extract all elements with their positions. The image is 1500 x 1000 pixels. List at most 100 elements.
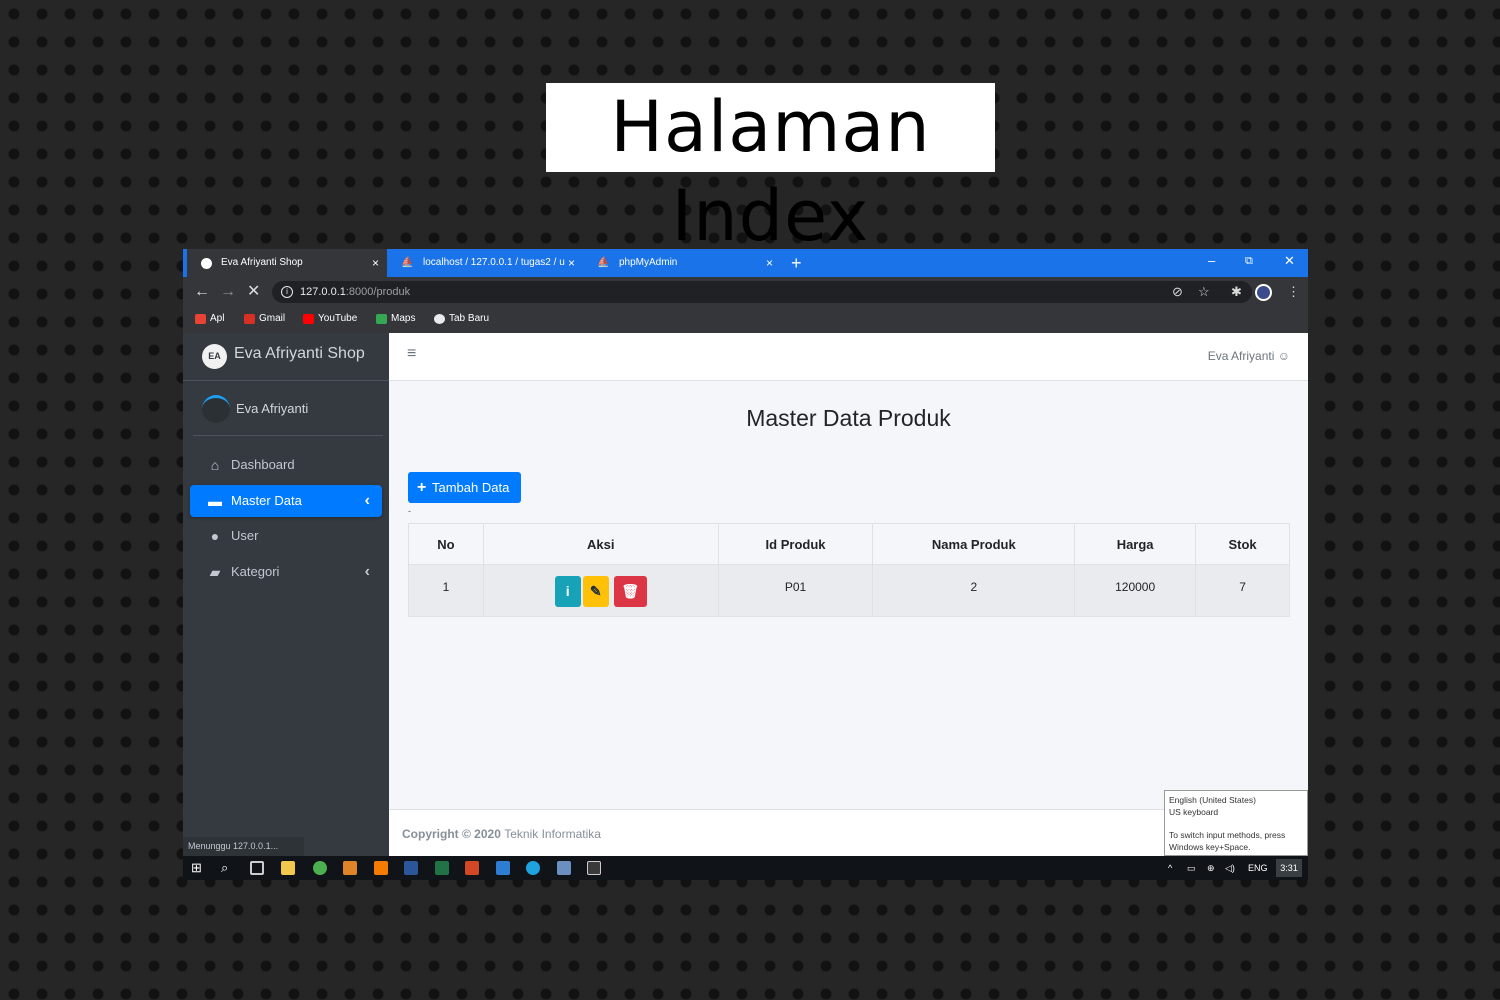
cell-no: 1 bbox=[408, 564, 484, 617]
url-path: :8000/produk bbox=[345, 286, 411, 298]
user-panel: Eva Afriyanti bbox=[193, 381, 383, 436]
chevron-left-icon: ‹ bbox=[364, 492, 370, 509]
cell-harga: 120000 bbox=[1074, 564, 1197, 617]
user-icon: ● bbox=[210, 528, 220, 544]
column-header-harga[interactable]: Harga bbox=[1074, 523, 1197, 565]
apps-grid-icon bbox=[195, 314, 206, 324]
bookmark-apl[interactable]: Apl bbox=[195, 307, 224, 333]
word-icon[interactable] bbox=[404, 861, 418, 875]
url-host: 127.0.0.1 bbox=[300, 286, 346, 298]
battery-icon[interactable]: ▭ bbox=[1187, 856, 1196, 880]
navbar-user-link[interactable]: Eva Afriyanti ☺ bbox=[1208, 349, 1290, 363]
volume-icon[interactable]: ◁) bbox=[1225, 856, 1235, 880]
footer-org-link[interactable]: Teknik Informatika bbox=[504, 827, 601, 841]
edit-button[interactable]: ✎ bbox=[582, 576, 609, 607]
plus-icon: + bbox=[417, 479, 427, 496]
tab-eva-shop[interactable]: Eva Afriyanti Shop × bbox=[183, 249, 387, 277]
hamburger-menu-icon[interactable]: ≡ bbox=[407, 345, 416, 363]
restore-button[interactable]: ⧉ bbox=[1245, 249, 1253, 273]
start-button-icon[interactable]: ⊞ bbox=[191, 858, 202, 878]
bookmark-label: YouTube bbox=[318, 313, 358, 324]
bookmark-youtube[interactable]: YouTube bbox=[303, 307, 357, 333]
bookmark-gmail[interactable]: Gmail bbox=[244, 307, 285, 333]
sidebar-item-master-data[interactable]: ▬ Master Data ‹ bbox=[190, 485, 382, 517]
sidebar-item-user[interactable]: ● User bbox=[190, 520, 382, 552]
url-input[interactable]: i 127.0.0.1:8000/produk bbox=[272, 281, 1252, 303]
sidebar-item-kategori[interactable]: ▰ Kategori ‹ bbox=[190, 556, 382, 588]
poster-title: Halaman Index bbox=[546, 83, 995, 257]
user-name[interactable]: Eva Afriyanti bbox=[236, 401, 308, 416]
tab-label: Eva Afriyanti Shop bbox=[221, 257, 303, 268]
table-header-row: No Aksi Id Produk Nama Produk Harga Stok bbox=[408, 523, 1290, 565]
search-icon[interactable]: ⌕ bbox=[221, 858, 228, 878]
windows-taskbar: ⊞ ⌕ ^ ▭ ⊕ ◁) ENG 3:31 bbox=[183, 856, 1308, 880]
sublime-text-icon[interactable] bbox=[343, 861, 357, 875]
sidebar-item-dashboard[interactable]: ⌂ Dashboard bbox=[190, 449, 382, 481]
powerpoint-icon[interactable] bbox=[465, 861, 479, 875]
browser-address-bar: ← → ✕ i 127.0.0.1:8000/produk ⊘ ☆ ✱ ⋮ bbox=[183, 277, 1308, 307]
column-header-nama-produk[interactable]: Nama Produk bbox=[872, 523, 1076, 565]
tab-localhost[interactable]: ⛵ localhost / 127.0.0.1 / tugas2 / u × bbox=[389, 249, 583, 277]
excel-icon[interactable] bbox=[435, 861, 449, 875]
terminal-icon[interactable] bbox=[587, 861, 601, 875]
stop-loading-button[interactable]: ✕ bbox=[247, 281, 260, 303]
tab-close-icon[interactable]: × bbox=[766, 249, 773, 277]
bookmark-label: Apl bbox=[210, 313, 225, 324]
bookmark-tab-baru[interactable]: Tab Baru bbox=[434, 307, 489, 333]
more-menu-icon[interactable]: ⋮ bbox=[1287, 281, 1300, 303]
sidebar-item-label: Kategori bbox=[231, 564, 280, 579]
clock[interactable]: 3:31 bbox=[1276, 859, 1302, 877]
tracking-icon[interactable]: ⊘ bbox=[1172, 281, 1183, 303]
bookmark-star-icon[interactable]: ☆ bbox=[1198, 281, 1210, 303]
ime-keyboard: US keyboard bbox=[1169, 807, 1219, 817]
tab-phpmyadmin[interactable]: ⛵ phpMyAdmin × bbox=[585, 249, 781, 277]
back-button[interactable]: ← bbox=[194, 281, 210, 303]
edge-icon[interactable] bbox=[526, 861, 540, 875]
close-window-button[interactable]: ✕ bbox=[1284, 249, 1295, 273]
add-data-label: Tambah Data bbox=[432, 480, 510, 495]
column-header-no[interactable]: No bbox=[408, 523, 484, 565]
profile-avatar[interactable] bbox=[1255, 284, 1272, 301]
separator-text: - bbox=[408, 506, 411, 516]
site-info-icon[interactable]: i bbox=[281, 286, 293, 298]
chrome-icon[interactable] bbox=[313, 861, 327, 875]
bookmark-label: Tab Baru bbox=[449, 313, 490, 324]
file-explorer-icon[interactable] bbox=[281, 861, 295, 875]
browser-status-text: Menunggu 127.0.0.1... bbox=[183, 837, 304, 856]
phpmyadmin-favicon-icon: ⛵ bbox=[597, 257, 610, 268]
home-icon: ⌂ bbox=[210, 457, 220, 473]
brand-logo-icon: EA bbox=[202, 344, 227, 369]
bookmark-maps[interactable]: Maps bbox=[376, 307, 415, 333]
tray-chevron-icon[interactable]: ^ bbox=[1168, 856, 1172, 880]
screenshot-window: Eva Afriyanti Shop × ⛵ localhost / 127.0… bbox=[183, 249, 1308, 880]
network-icon[interactable]: ⊕ bbox=[1207, 856, 1215, 880]
top-navbar: ≡ Eva Afriyanti ☺ bbox=[389, 333, 1308, 381]
bookmark-label: Maps bbox=[391, 313, 416, 324]
forward-button[interactable]: → bbox=[220, 281, 236, 303]
browser-tab-bar: Eva Afriyanti Shop × ⛵ localhost / 127.0… bbox=[183, 249, 1308, 277]
extensions-icon[interactable]: ✱ bbox=[1231, 281, 1242, 303]
add-data-button[interactable]: + Tambah Data bbox=[408, 472, 521, 503]
store-icon[interactable] bbox=[496, 861, 510, 875]
table-row: 1 i ✎ 🗑 P01 2 120000 7 bbox=[408, 564, 1290, 617]
tab-close-icon[interactable]: × bbox=[568, 249, 575, 277]
avatar bbox=[202, 395, 230, 423]
new-tab-button[interactable]: + bbox=[791, 249, 802, 277]
language-indicator[interactable]: ENG bbox=[1248, 856, 1268, 880]
column-header-id-produk[interactable]: Id Produk bbox=[717, 523, 874, 565]
task-view-icon[interactable] bbox=[250, 861, 264, 875]
tab-label: phpMyAdmin bbox=[619, 257, 678, 268]
info-button[interactable]: i bbox=[554, 576, 581, 607]
brand-link[interactable]: EA Eva Afriyanti Shop bbox=[183, 333, 389, 381]
database-icon: ▬ bbox=[208, 493, 222, 509]
column-header-stok[interactable]: Stok bbox=[1195, 523, 1290, 565]
delete-button[interactable]: 🗑 bbox=[613, 576, 647, 607]
minimize-button[interactable]: – bbox=[1208, 249, 1215, 273]
page-title: Master Data Produk bbox=[746, 405, 951, 431]
xampp-icon[interactable] bbox=[374, 861, 388, 875]
column-header-aksi[interactable]: Aksi bbox=[482, 523, 719, 565]
bookmark-label: Gmail bbox=[259, 313, 286, 324]
tab-close-icon[interactable]: × bbox=[372, 249, 379, 277]
app-icon[interactable] bbox=[557, 861, 571, 875]
ime-hint: To switch input methods, press bbox=[1169, 830, 1286, 840]
